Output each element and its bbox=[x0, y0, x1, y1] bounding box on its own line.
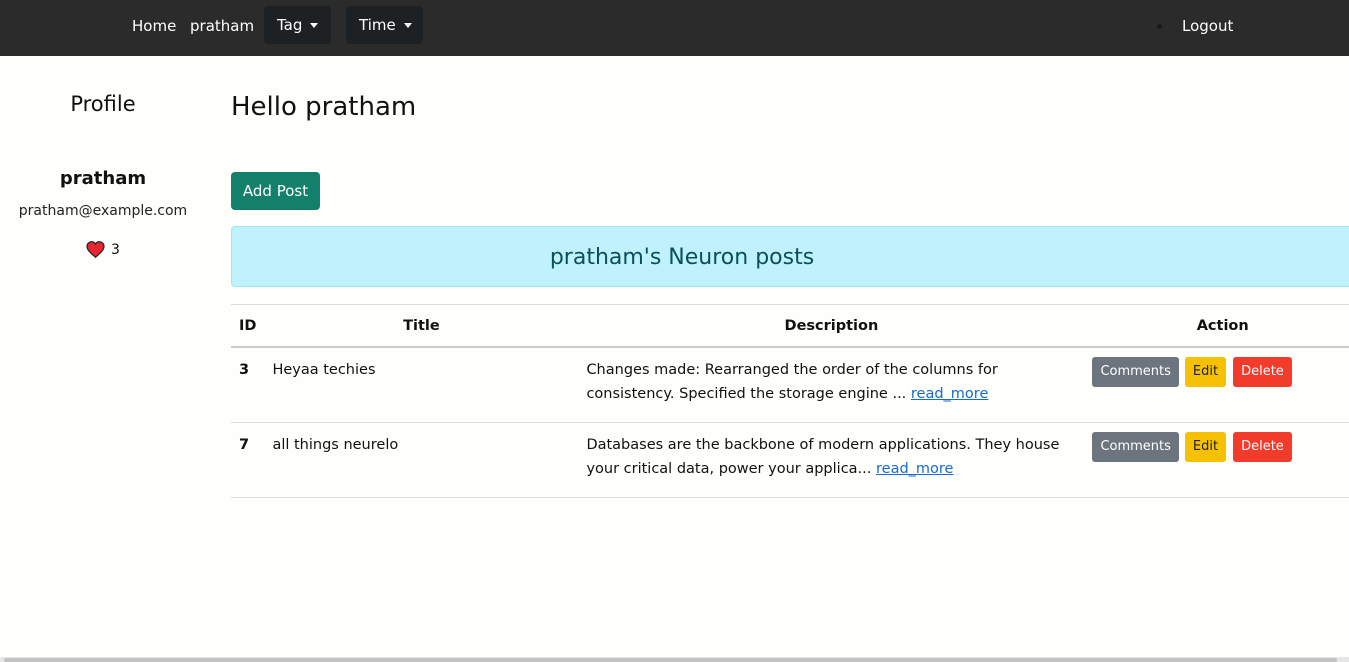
chevron-down-icon bbox=[403, 22, 412, 28]
profile-email: pratham@example.com bbox=[18, 203, 188, 219]
comments-button[interactable]: Comments bbox=[1092, 357, 1179, 387]
read-more-link[interactable]: read_more bbox=[876, 461, 953, 477]
chevron-down-icon bbox=[310, 22, 319, 28]
column-header-action: Action bbox=[1084, 304, 1349, 348]
post-title: Heyaa techies bbox=[264, 347, 579, 423]
add-post-button[interactable]: Add Post bbox=[231, 172, 320, 210]
nav-home-link[interactable]: Home bbox=[132, 0, 176, 52]
post-description: Databases are the backbone of modern app… bbox=[578, 422, 1085, 498]
profile-heading: Profile bbox=[70, 92, 136, 116]
edit-button[interactable]: Edit bbox=[1184, 432, 1227, 462]
page-title: Hello pratham bbox=[231, 92, 417, 122]
post-title: all things neurelo bbox=[264, 422, 579, 498]
post-description-text: Databases are the backbone of modern app… bbox=[586, 437, 1060, 477]
table-row: 7 all things neurelo Databases are the b… bbox=[231, 422, 1349, 498]
delete-button[interactable]: Delete bbox=[1233, 357, 1292, 387]
post-id: 7 bbox=[231, 422, 265, 498]
dot-icon bbox=[1157, 24, 1162, 29]
column-header-title: Title bbox=[264, 304, 579, 348]
delete-button[interactable]: Delete bbox=[1233, 432, 1292, 462]
logout-link[interactable]: Logout bbox=[1182, 0, 1233, 52]
table-header-row: ID Title Description Action bbox=[231, 304, 1349, 348]
read-more-link[interactable]: read_more bbox=[911, 386, 988, 402]
post-actions: Comments Edit Delete bbox=[1084, 347, 1349, 423]
nav-user-link[interactable]: pratham bbox=[190, 0, 254, 52]
time-dropdown-label: Time bbox=[359, 16, 396, 34]
table-row: 3 Heyaa techies Changes made: Rearranged… bbox=[231, 347, 1349, 423]
post-id: 3 bbox=[231, 347, 265, 423]
column-header-id: ID bbox=[231, 304, 265, 348]
profile-name: pratham bbox=[59, 168, 147, 189]
posts-table: ID Title Description Action 3 Heyaa tech… bbox=[231, 304, 1349, 498]
comments-button[interactable]: Comments bbox=[1092, 432, 1179, 462]
column-header-description: Description bbox=[578, 304, 1085, 348]
posts-banner-title: pratham's Neuron posts bbox=[549, 245, 815, 270]
tag-dropdown[interactable]: Tag bbox=[264, 6, 331, 44]
tag-dropdown-label: Tag bbox=[277, 16, 303, 34]
scrollbar-thumb[interactable] bbox=[4, 658, 1337, 662]
post-actions: Comments Edit Delete bbox=[1084, 422, 1349, 498]
edit-button[interactable]: Edit bbox=[1184, 357, 1227, 387]
time-dropdown[interactable]: Time bbox=[346, 6, 423, 44]
post-description: Changes made: Rearranged the order of th… bbox=[578, 347, 1085, 423]
